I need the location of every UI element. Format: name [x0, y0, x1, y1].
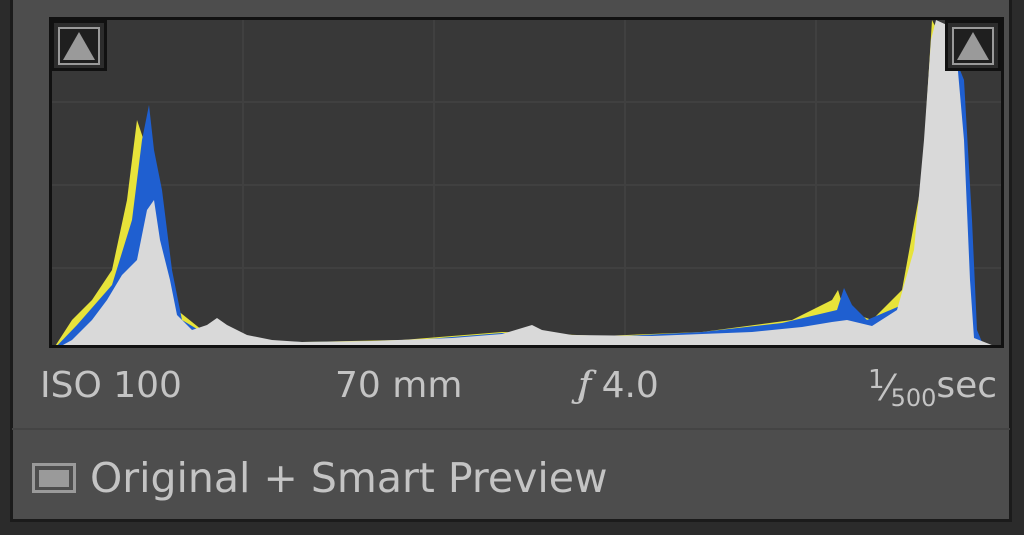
- iso-value: ISO 100: [40, 365, 182, 406]
- histogram-svg: [52, 20, 1001, 345]
- histogram-blue-channel: [57, 25, 991, 345]
- triangle-up-icon: [957, 31, 989, 60]
- shutter-denominator: 500: [890, 384, 937, 412]
- photo-preview-icon: [32, 463, 76, 493]
- shadow-clipping-toggle[interactable]: [51, 20, 107, 71]
- panel-divider: [12, 428, 1010, 430]
- shutter-numerator: 1: [868, 365, 885, 395]
- shutter-unit: sec: [936, 365, 998, 406]
- preview-status[interactable]: Original + Smart Preview: [32, 450, 608, 506]
- focal-length-value: 70 mm: [335, 365, 463, 406]
- camera-info-row: ISO 100 70 mm ƒ / 4.0 1⁄500 sec: [0, 365, 1024, 415]
- shutter-speed-value: 1⁄500 sec: [868, 365, 998, 412]
- highlight-clipping-toggle[interactable]: [945, 20, 1001, 71]
- highlight-clipping-icon-frame: [952, 26, 994, 65]
- histogram-panel: [10, 0, 1012, 522]
- histogram-grid: [52, 20, 1001, 345]
- shadow-clipping-icon-frame: [58, 26, 100, 65]
- triangle-up-icon: [63, 31, 95, 60]
- aperture-number: / 4.0: [578, 365, 659, 406]
- histogram-graph[interactable]: [49, 17, 1004, 348]
- preview-status-label: Original + Smart Preview: [90, 454, 608, 502]
